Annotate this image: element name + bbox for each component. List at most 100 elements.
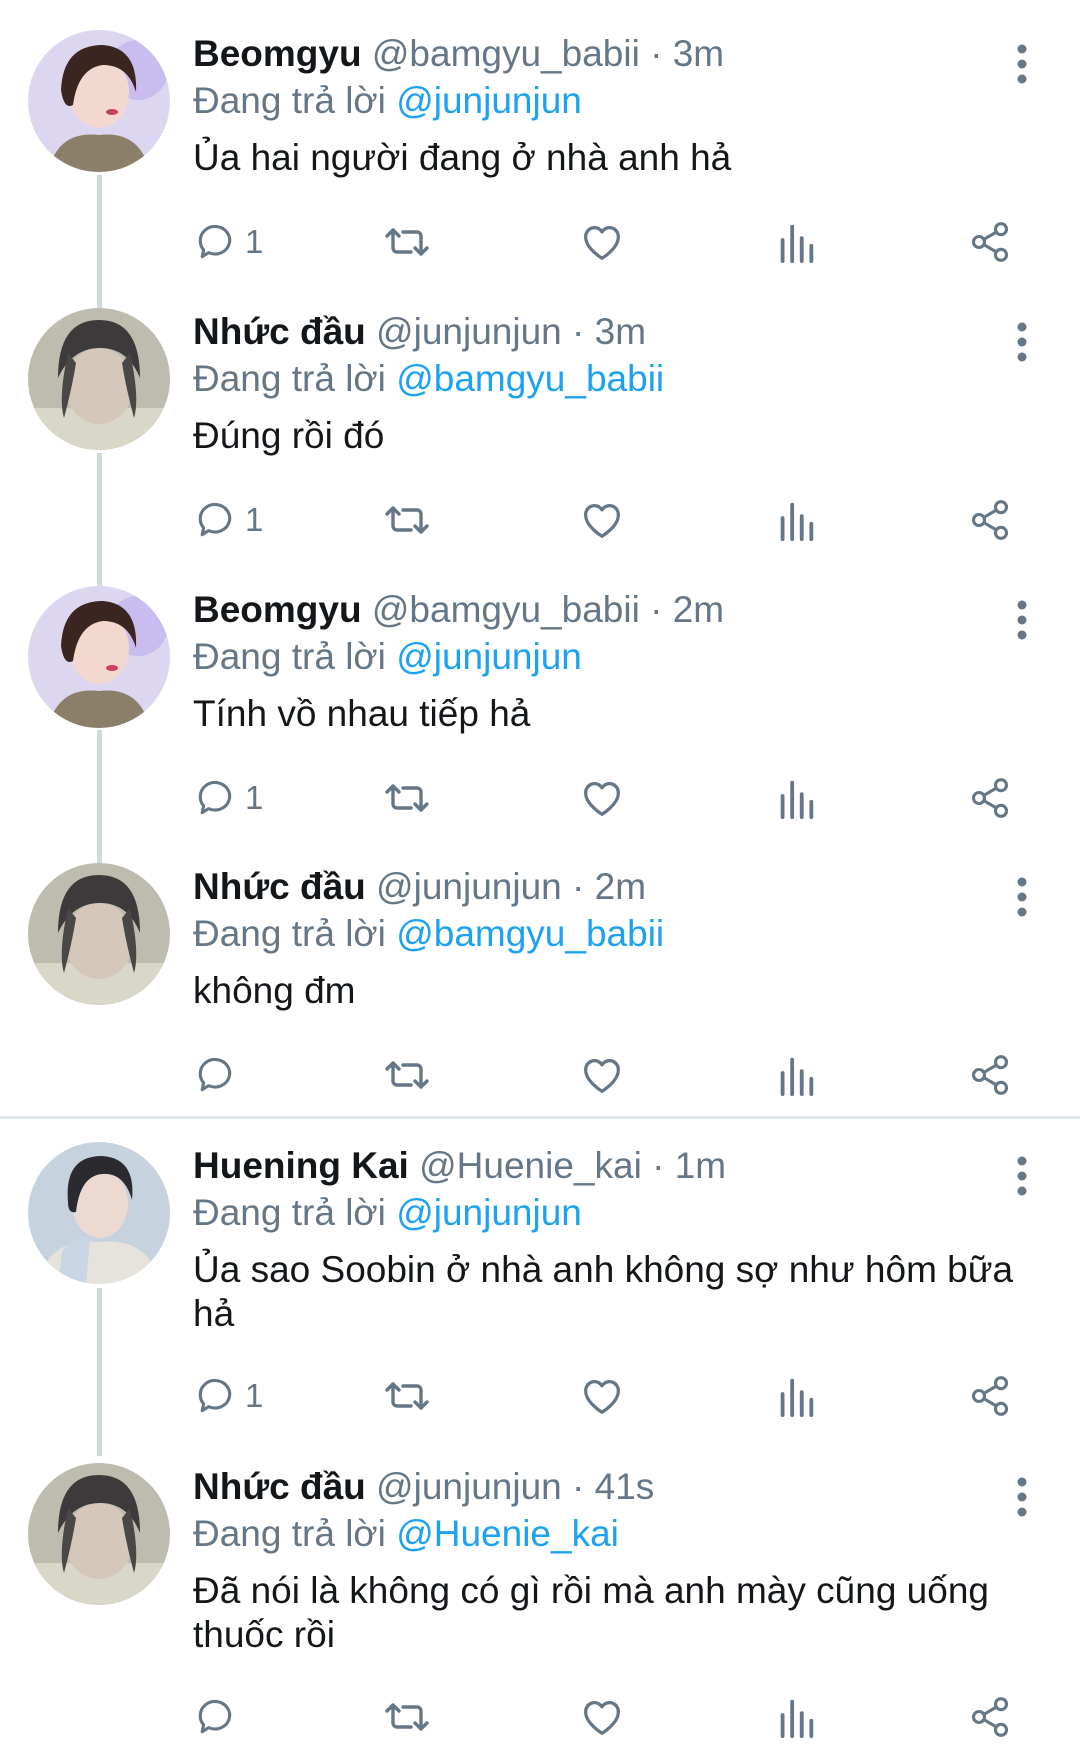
retweet-button[interactable] bbox=[383, 1047, 431, 1103]
like-button[interactable] bbox=[579, 492, 625, 548]
reply-button[interactable] bbox=[193, 1047, 245, 1103]
reply-button[interactable]: 1 bbox=[193, 1368, 263, 1424]
user-handle[interactable]: @junjunjun bbox=[376, 1466, 562, 1507]
separator-dot: · bbox=[650, 33, 663, 74]
user-handle[interactable]: @bamgyu_babii bbox=[372, 589, 640, 630]
more-vertical-icon[interactable] bbox=[1016, 44, 1028, 84]
display-name[interactable]: Beomgyu bbox=[193, 33, 362, 74]
avatar-nhuc-dau-image bbox=[28, 863, 170, 1005]
retweet-button[interactable] bbox=[383, 1689, 431, 1745]
avatar[interactable] bbox=[28, 308, 170, 450]
analytics-icon bbox=[780, 1378, 814, 1418]
avatar[interactable] bbox=[28, 1463, 170, 1605]
tweet-text: Ủa hai người đang ở nhà anh hả bbox=[193, 137, 732, 178]
display-name[interactable]: Nhức đầu bbox=[193, 311, 366, 352]
share-icon bbox=[971, 778, 1009, 818]
user-handle[interactable]: @bamgyu_babii bbox=[372, 33, 640, 74]
tweet-text: không đm bbox=[193, 970, 356, 1011]
display-name[interactable]: Huening Kai bbox=[193, 1145, 409, 1186]
replying-to: Đang trả lời @bamgyu_babii bbox=[193, 911, 1040, 957]
analytics-button[interactable] bbox=[776, 214, 816, 270]
more-vertical-icon[interactable] bbox=[1016, 322, 1028, 362]
retweet-button[interactable] bbox=[383, 214, 431, 270]
timestamp[interactable]: 3m bbox=[595, 311, 646, 352]
avatar[interactable] bbox=[28, 1142, 170, 1284]
more-vertical-icon[interactable] bbox=[1016, 600, 1028, 640]
mention-link[interactable]: @junjunjun bbox=[396, 1192, 582, 1233]
more-vertical-icon[interactable] bbox=[1016, 1156, 1028, 1196]
retweet-button[interactable] bbox=[383, 492, 431, 548]
avatar-nhuc-dau-image bbox=[28, 308, 170, 450]
retweet-button[interactable] bbox=[383, 770, 431, 826]
reply-icon bbox=[198, 1378, 232, 1413]
action-bar: 1 bbox=[193, 214, 1080, 270]
avatar[interactable] bbox=[28, 863, 170, 1005]
like-button[interactable] bbox=[579, 770, 625, 826]
share-icon bbox=[971, 500, 1009, 540]
tweet-text: Đúng rồi đó bbox=[193, 415, 385, 456]
heart-icon bbox=[584, 782, 620, 816]
mention-link[interactable]: @junjunjun bbox=[396, 80, 582, 121]
thread-divider bbox=[0, 1116, 1080, 1119]
avatar[interactable] bbox=[28, 586, 170, 728]
retweet-button[interactable] bbox=[383, 1368, 431, 1424]
like-button[interactable] bbox=[579, 1368, 625, 1424]
timestamp[interactable]: 2m bbox=[673, 589, 724, 630]
avatar-beomgyu-image bbox=[28, 30, 170, 172]
retweet-icon bbox=[385, 1703, 429, 1731]
analytics-button[interactable] bbox=[776, 1047, 816, 1103]
thread-line bbox=[97, 730, 102, 872]
share-button[interactable] bbox=[968, 1689, 1012, 1745]
analytics-button[interactable] bbox=[776, 1689, 816, 1745]
reply-count: 1 bbox=[245, 223, 264, 260]
tweet-text: Ủa sao Soobin ở nhà anh không sợ như hôm… bbox=[193, 1249, 1014, 1334]
timestamp[interactable]: 41s bbox=[595, 1466, 655, 1507]
like-button[interactable] bbox=[579, 1689, 625, 1745]
display-name[interactable]: Nhức đầu bbox=[193, 1466, 366, 1507]
share-button[interactable] bbox=[968, 492, 1012, 548]
display-name[interactable]: Beomgyu bbox=[193, 589, 362, 630]
retweet-icon bbox=[385, 228, 429, 256]
avatar[interactable] bbox=[28, 30, 170, 172]
reply-button[interactable]: 1 bbox=[193, 492, 263, 548]
user-handle[interactable]: @junjunjun bbox=[376, 311, 562, 352]
tweet-header: Huening Kai @Huenie_kai · 1m bbox=[193, 1142, 1040, 1190]
separator-dot: · bbox=[650, 589, 663, 630]
share-button[interactable] bbox=[968, 770, 1012, 826]
reply-count: 1 bbox=[245, 779, 264, 816]
replying-to-label: Đang trả lời bbox=[193, 1192, 386, 1233]
mention-link[interactable]: @bamgyu_babii bbox=[396, 913, 664, 954]
more-vertical-icon[interactable] bbox=[1016, 877, 1028, 917]
analytics-button[interactable] bbox=[776, 1368, 816, 1424]
like-button[interactable] bbox=[579, 214, 625, 270]
user-handle[interactable]: @Huenie_kai bbox=[419, 1145, 642, 1186]
timestamp[interactable]: 1m bbox=[675, 1145, 726, 1186]
mention-link[interactable]: @junjunjun bbox=[396, 636, 582, 677]
analytics-icon bbox=[780, 780, 814, 820]
reply-button[interactable]: 1 bbox=[193, 214, 263, 270]
reply-button[interactable]: 1 bbox=[193, 770, 263, 826]
thread-line bbox=[97, 1288, 102, 1456]
share-button[interactable] bbox=[968, 1368, 1012, 1424]
share-button[interactable] bbox=[968, 1047, 1012, 1103]
like-button[interactable] bbox=[579, 1047, 625, 1103]
user-handle[interactable]: @junjunjun bbox=[376, 866, 562, 907]
replying-to: Đang trả lời @junjunjun bbox=[193, 78, 1040, 124]
display-name[interactable]: Nhức đầu bbox=[193, 866, 366, 907]
reply-button[interactable] bbox=[193, 1689, 245, 1745]
action-bar bbox=[193, 1047, 1080, 1103]
thread-line bbox=[97, 175, 102, 317]
timestamp[interactable]: 3m bbox=[673, 33, 724, 74]
action-bar: 1 bbox=[193, 1368, 1080, 1424]
mention-link[interactable]: @bamgyu_babii bbox=[396, 358, 664, 399]
share-icon bbox=[971, 1376, 1009, 1416]
reply-count: 1 bbox=[245, 1377, 264, 1414]
analytics-button[interactable] bbox=[776, 770, 816, 826]
mention-link[interactable]: @Huenie_kai bbox=[396, 1513, 619, 1554]
share-button[interactable] bbox=[968, 214, 1012, 270]
timestamp[interactable]: 2m bbox=[595, 866, 646, 907]
analytics-icon bbox=[780, 502, 814, 542]
analytics-icon bbox=[780, 224, 814, 264]
more-vertical-icon[interactable] bbox=[1016, 1477, 1028, 1517]
analytics-button[interactable] bbox=[776, 492, 816, 548]
